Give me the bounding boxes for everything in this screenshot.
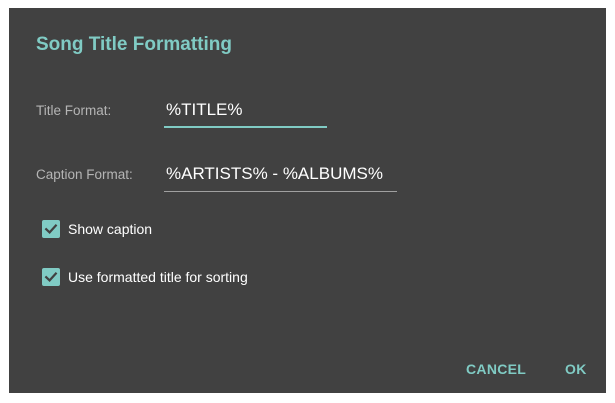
title-format-label: Title Format: xyxy=(36,103,112,118)
song-title-formatting-dialog: Song Title Formatting Title Format: %TIT… xyxy=(9,8,606,393)
use-formatted-title-checkbox[interactable] xyxy=(42,268,60,286)
check-icon xyxy=(44,224,58,234)
title-format-input[interactable]: %TITLE% xyxy=(166,100,328,124)
dialog-title: Song Title Formatting xyxy=(36,34,232,55)
show-caption-checkbox-row[interactable]: Show caption xyxy=(42,218,152,240)
caption-format-label: Caption Format: xyxy=(36,167,133,182)
caption-format-underline xyxy=(164,191,397,192)
show-caption-checkbox[interactable] xyxy=(42,220,60,238)
use-formatted-title-label: Use formatted title for sorting xyxy=(68,269,248,285)
check-icon xyxy=(44,272,58,282)
title-format-underline xyxy=(164,126,327,128)
ok-button[interactable]: OK xyxy=(565,361,587,377)
use-formatted-title-checkbox-row[interactable]: Use formatted title for sorting xyxy=(42,266,248,288)
show-caption-label: Show caption xyxy=(68,221,153,237)
caption-format-input[interactable]: %ARTISTS% - %ALBUMS% xyxy=(166,164,398,188)
cancel-button[interactable]: CANCEL xyxy=(466,361,526,377)
